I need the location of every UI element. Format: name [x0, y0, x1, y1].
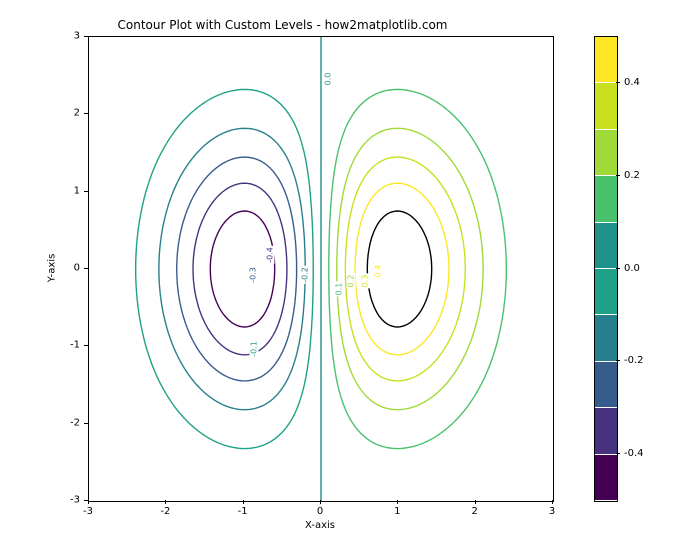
colorbar-swatch [595, 362, 617, 408]
contour-label: 0.0 [324, 72, 333, 87]
plot-axes: 0.0 -0.1 -0.2 -0.3 -0.4 0.1 0.2 0.3 0.4 [88, 36, 554, 502]
colorbar-swatch [595, 83, 617, 129]
x-tick-mark [397, 500, 398, 504]
x-tick-label: -1 [238, 506, 248, 517]
colorbar-tick-mark [616, 175, 620, 176]
contour-label: 0.4 [374, 264, 383, 279]
colorbar-level-line [595, 82, 617, 83]
x-tick-mark [475, 500, 476, 504]
contour-label: 0.2 [347, 274, 356, 289]
colorbar-tick-mark [616, 268, 620, 269]
colorbar-tick: 0.4 [616, 76, 640, 88]
colorbar-tick-label: 0.2 [624, 170, 640, 181]
colorbar-level-line [595, 500, 617, 501]
colorbar-tick-mark [616, 82, 620, 83]
chart-title: Contour Plot with Custom Levels - how2ma… [0, 18, 565, 32]
colorbar-swatch [595, 269, 617, 315]
y-tick-mark [84, 423, 88, 424]
colorbar-swatch [595, 408, 617, 454]
colorbar-level-line [595, 361, 617, 362]
x-tick-mark [552, 500, 553, 504]
colorbar-tick: -0.4 [616, 448, 644, 460]
colorbar-tick: 0.2 [616, 169, 640, 181]
colorbar-level-line [595, 454, 617, 455]
contour-line [337, 128, 483, 409]
colorbar-tick: 0.0 [616, 262, 640, 274]
colorbar-swatch [595, 176, 617, 222]
contour-label: 0.3 [361, 274, 370, 289]
colorbar-tick-label: -0.2 [624, 355, 644, 366]
colorbar-level-line [595, 222, 617, 223]
contour-label: -0.4 [266, 246, 275, 264]
contour-line [345, 157, 465, 381]
y-axis-label: Y-axis [47, 254, 58, 283]
colorbar-swatch [595, 37, 617, 83]
contour-line [193, 183, 287, 355]
colorbar-tick-mark [616, 360, 620, 361]
contour-line [355, 183, 449, 355]
y-tick-mark [84, 500, 88, 501]
y-tick-label: 3 [74, 31, 80, 42]
contour-line [159, 128, 305, 409]
y-tick-mark [84, 191, 88, 192]
colorbar-swatch [595, 315, 617, 361]
colorbar-level-line [595, 129, 617, 130]
colorbar-level-line [595, 407, 617, 408]
x-tick-mark [88, 500, 89, 504]
y-tick-label: 0 [74, 263, 80, 274]
x-tick-label: -2 [160, 506, 170, 517]
y-tick-mark [84, 345, 88, 346]
colorbar-tick: -0.2 [616, 355, 644, 367]
x-tick-mark [320, 500, 321, 504]
y-tick-mark [84, 36, 88, 37]
x-tick-mark [243, 500, 244, 504]
contour-line [210, 211, 274, 327]
y-tick-mark [84, 268, 88, 269]
colorbar-tick-label: 0.4 [624, 77, 640, 88]
colorbar-tick-mark [616, 453, 620, 454]
colorbar-level-line [595, 268, 617, 269]
y-tick-mark [84, 113, 88, 114]
colorbar-level-line [595, 314, 617, 315]
contour-svg [89, 37, 553, 501]
colorbar-swatch [595, 223, 617, 269]
x-tick-label: 0 [317, 506, 323, 517]
contour-label: -0.3 [249, 266, 258, 284]
y-tick-label: -1 [70, 340, 80, 351]
colorbar-tick-label: -0.4 [624, 448, 644, 459]
x-axis-label: X-axis [88, 520, 552, 531]
y-tick-label: 1 [74, 185, 80, 196]
colorbar-tick-label: 0.0 [624, 263, 640, 274]
y-tick-label: -3 [70, 495, 80, 506]
contour-line [177, 157, 297, 381]
colorbar [594, 36, 618, 502]
colorbar-swatch [595, 130, 617, 176]
x-tick-label: 2 [471, 506, 477, 517]
contour-label: -0.2 [301, 266, 310, 284]
y-tick-label: 2 [74, 108, 80, 119]
x-tick-label: 1 [394, 506, 400, 517]
contour-label: -0.1 [250, 340, 259, 358]
contour-label: 0.1 [335, 282, 344, 297]
y-tick-label: -2 [70, 417, 80, 428]
x-tick-label: -3 [83, 506, 93, 517]
x-tick-mark [165, 500, 166, 504]
colorbar-level-line [595, 175, 617, 176]
x-tick-label: 3 [549, 506, 555, 517]
colorbar-swatch [595, 455, 617, 501]
